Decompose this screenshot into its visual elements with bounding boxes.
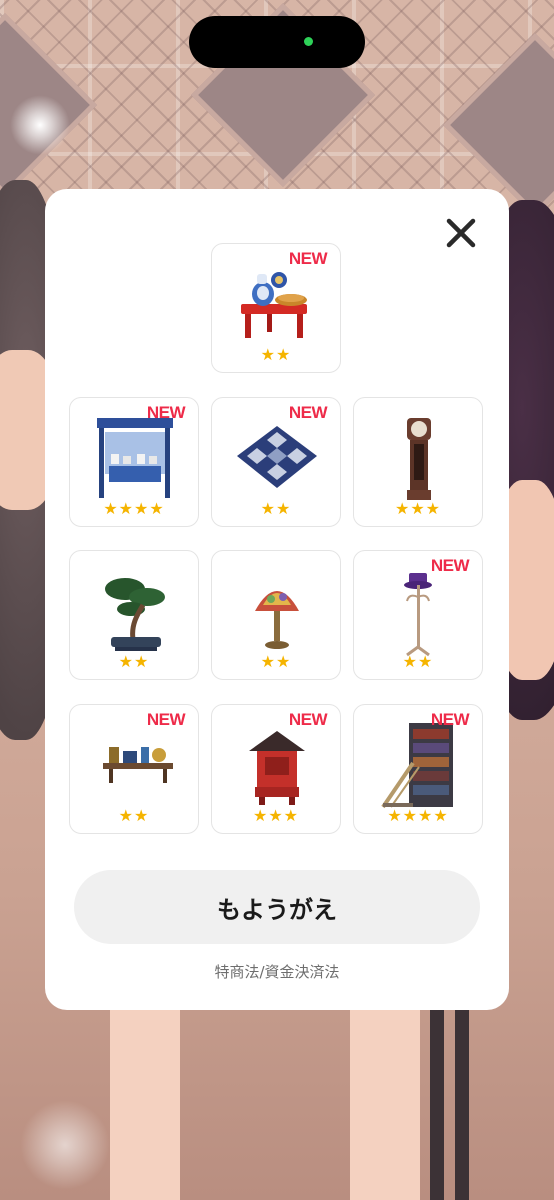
item-card-checkered-rug[interactable]: NEW ★★ <box>211 397 341 527</box>
close-button[interactable] <box>441 213 481 253</box>
rarity-stars: ★★ <box>118 806 150 825</box>
camera-indicator-dot <box>304 37 313 46</box>
blue-shop-stall-image <box>97 418 173 498</box>
bonsai-tree-image <box>105 578 165 651</box>
rarity-stars: ★★★★ <box>103 499 165 518</box>
wall-shelf-image <box>103 747 173 783</box>
dress-stripe <box>430 1010 444 1200</box>
new-badge: NEW <box>288 249 328 268</box>
item-card-hat-coat-rack[interactable]: NEW ★★ <box>353 550 483 680</box>
grandfather-clock-image <box>407 418 431 500</box>
tea-set-table-image <box>241 272 307 338</box>
checkered-rug-image <box>237 426 317 488</box>
legal-notice-link[interactable]: 特商法/資金決済法 <box>45 961 509 982</box>
item-card-stained-glass-lamp[interactable]: ★★ <box>211 550 341 680</box>
rarity-stars: ★★ <box>118 652 150 671</box>
new-badge: NEW <box>288 710 328 729</box>
camera-notch <box>189 16 365 68</box>
new-badge: NEW <box>146 403 186 422</box>
rarity-stars: ★★★ <box>394 499 442 518</box>
item-card-red-shrine[interactable]: NEW ★★★ <box>211 704 341 834</box>
stained-glass-lamp-image <box>255 591 299 649</box>
rarity-stars: ★★ <box>260 345 292 364</box>
item-card-blue-shop-stall[interactable]: NEW ★★★★ <box>69 397 199 527</box>
new-badge: NEW <box>288 403 328 422</box>
rarity-stars: ★★ <box>402 652 434 671</box>
redecorate-button[interactable]: もようがえ <box>74 870 480 944</box>
new-badge: NEW <box>430 710 470 729</box>
new-badge: NEW <box>146 710 186 729</box>
red-shrine-image <box>249 731 305 805</box>
hat-coat-rack-image <box>404 573 432 657</box>
tall-bookshelf-image <box>381 723 453 809</box>
rarity-stars: ★★ <box>260 652 292 671</box>
item-card-tall-bookshelf[interactable]: NEW ★★★★ <box>353 704 483 834</box>
rarity-stars: ★★ <box>260 499 292 518</box>
rarity-stars: ★★★★ <box>387 806 449 825</box>
item-card-grandfather-clock[interactable]: ★★★ <box>353 397 483 527</box>
item-card-wall-shelf[interactable]: NEW ★★ <box>69 704 199 834</box>
light-glow <box>20 1100 110 1190</box>
close-icon <box>446 218 476 248</box>
rarity-stars: ★★★ <box>252 806 300 825</box>
item-card-tea-set-table[interactable]: NEW ★★ <box>211 243 341 373</box>
new-badge: NEW <box>430 556 470 575</box>
dress-stripe <box>455 1010 469 1200</box>
item-result-modal: NEW ★★ NEW ★★★★ NEW ★★ ★★★ ★★ ★★ NEW ★★ … <box>45 189 509 1010</box>
item-card-bonsai-tree[interactable]: ★★ <box>69 550 199 680</box>
light-glow <box>10 95 70 155</box>
